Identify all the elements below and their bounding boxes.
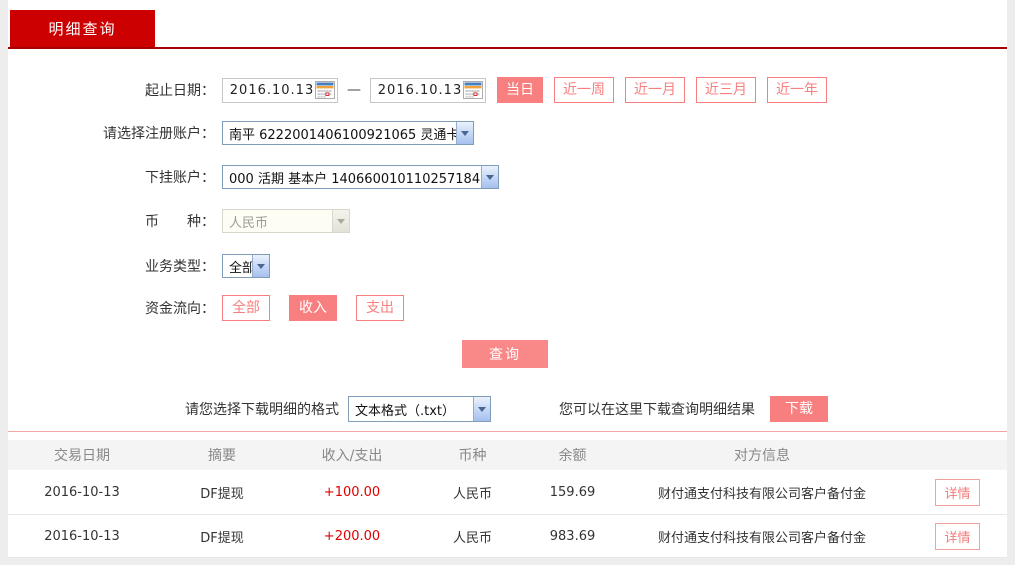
register-account-label: 请选择注册账户： [103, 126, 215, 142]
cell-summary: DF提现 [200, 486, 244, 502]
cell-summary: DF提现 [200, 530, 244, 546]
quick-button-last-month[interactable]: 近一月 [625, 77, 685, 103]
cell-counterparty: 财付通支付科技有限公司客户备付金 [657, 530, 866, 546]
calendar-icon[interactable] [463, 81, 483, 99]
currency-label: 币 种： [145, 214, 215, 230]
sub-account-label: 下挂账户： [145, 170, 215, 186]
header-cell-date: 交易日期 [54, 448, 110, 464]
tab-details-query[interactable]: 明细查询 [10, 10, 155, 47]
register-account-value: 南平 6222001406100921065 灵通卡 [229, 127, 456, 143]
quick-button-last-year[interactable]: 近一年 [767, 77, 827, 103]
quick-button-last-3-months[interactable]: 近三月 [696, 77, 756, 103]
cell-counterparty: 财付通支付科技有限公司客户备付金 [657, 486, 866, 502]
header-cell-summary: 摘要 [208, 448, 236, 464]
currency-row: 币 种： 人民币 [8, 209, 350, 233]
header-cell-currency: 币种 [458, 448, 487, 464]
tab-label: 明细查询 [48, 20, 117, 38]
cell-balance: 983.69 [549, 528, 596, 544]
cell-date: 2016-10-13 [44, 528, 120, 544]
chevron-down-icon[interactable] [481, 166, 498, 188]
download-button[interactable]: 下载 [770, 396, 828, 422]
sub-account-select[interactable]: 000 活期 基本户 1406600101102571848 [222, 165, 499, 189]
cell-amount: +200.00 [323, 528, 381, 544]
download-row: 请您选择下载明细的格式 文本格式（.txt） 您可以在这里下载查询明细结果 下载 [185, 396, 828, 422]
fund-expense-button[interactable]: 支出 [356, 295, 404, 321]
business-type-select[interactable]: 全部 [222, 254, 270, 278]
fund-all-button[interactable]: 全部 [222, 295, 270, 321]
query-button[interactable]: 查询 [462, 340, 548, 368]
date-end-value: 2016.10.13 [377, 82, 463, 98]
table-row: 2016-10-13 DF提现 +200.00 人民币 983.69 财付通支付… [8, 515, 1007, 558]
header-cell-amount: 收入/支出 [321, 448, 383, 464]
download-format-value: 文本格式（.txt） [355, 403, 456, 419]
cell-balance: 159.69 [549, 484, 596, 500]
detail-button[interactable]: 详情 [935, 478, 980, 506]
tab-underline-divider [8, 47, 1007, 49]
chevron-down-icon[interactable] [252, 255, 269, 277]
quick-button-today[interactable]: 当日 [497, 77, 543, 103]
cell-currency: 人民币 [452, 486, 492, 502]
table-top-divider [8, 431, 1007, 432]
details-query-page: 明细查询 起止日期： 2016.10.13 — 2016.10.13 当日 近一… [0, 0, 1015, 565]
chevron-down-icon[interactable] [473, 397, 490, 421]
download-format-label: 请您选择下载明细的格式 [185, 402, 339, 418]
chevron-down-icon[interactable] [456, 122, 473, 144]
detail-button[interactable]: 详情 [935, 522, 980, 550]
chevron-down-icon [332, 210, 349, 232]
register-account-select[interactable]: 南平 6222001406100921065 灵通卡 [222, 121, 474, 145]
date-start-value: 2016.10.13 [229, 82, 315, 98]
download-format-select[interactable]: 文本格式（.txt） [348, 396, 491, 422]
currency-select: 人民币 [222, 209, 350, 233]
sub-account-row: 下挂账户： 000 活期 基本户 1406600101102571848 [8, 165, 499, 189]
date-range-row: 起止日期： 2016.10.13 — 2016.10.13 当日 近一周 近一月… [8, 77, 827, 103]
sub-account-value: 000 活期 基本户 1406600101102571848 [229, 171, 481, 187]
date-range-label: 起止日期： [145, 83, 215, 99]
table-row: 2016-10-13 DF提现 +100.00 人民币 159.69 财付通支付… [8, 470, 1007, 515]
date-separator: — [347, 82, 361, 98]
quick-button-last-week[interactable]: 近一周 [554, 77, 614, 103]
fund-direction-label: 资金流向： [145, 301, 215, 317]
fund-direction-row: 资金流向： 全部 收入 支出 [8, 295, 404, 321]
calendar-icon[interactable] [315, 81, 335, 99]
date-end-input[interactable]: 2016.10.13 [370, 77, 486, 103]
cell-amount: +100.00 [323, 484, 381, 500]
header-cell-counterparty: 对方信息 [734, 448, 790, 464]
register-account-row: 请选择注册账户： 南平 6222001406100921065 灵通卡 [8, 121, 474, 145]
cell-date: 2016-10-13 [44, 484, 120, 500]
date-start-input[interactable]: 2016.10.13 [222, 77, 338, 103]
currency-value: 人民币 [229, 215, 269, 231]
cell-currency: 人民币 [452, 530, 492, 546]
header-cell-balance: 余额 [558, 448, 587, 464]
table-header: 交易日期 摘要 收入/支出 币种 余额 对方信息 [8, 440, 1007, 470]
download-hint: 您可以在这里下载查询明细结果 [559, 402, 755, 418]
business-type-label: 业务类型： [145, 259, 215, 275]
business-type-row: 业务类型： 全部 [8, 254, 270, 278]
fund-income-button[interactable]: 收入 [289, 295, 337, 321]
business-type-value: 全部 [229, 260, 252, 276]
